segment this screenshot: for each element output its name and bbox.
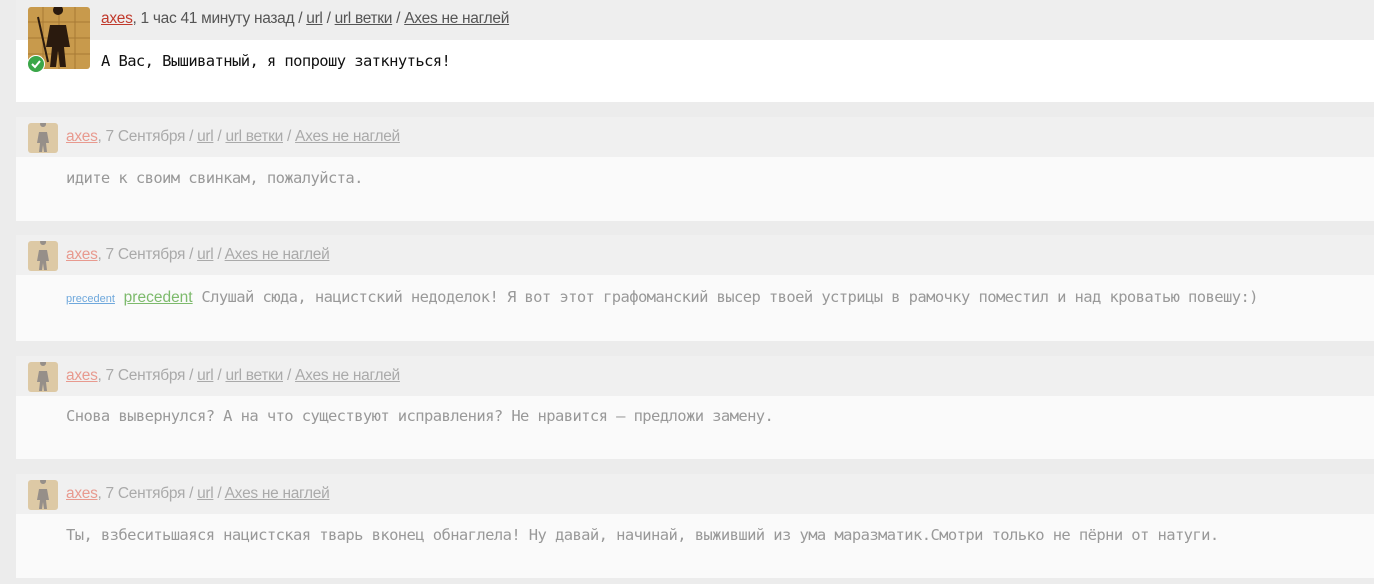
timestamp: , 7 Сентября / — [97, 128, 198, 145]
thread-link[interactable]: Axes не наглей — [225, 485, 330, 502]
comment-text: А Вас, Вышиватный, я попрошу заткнуться! — [101, 52, 451, 70]
comment-meta: axes, 7 Сентября / url / url ветки / Axe… — [66, 128, 400, 146]
branch-url-link[interactable]: url ветки — [335, 10, 393, 27]
avatar[interactable] — [28, 362, 58, 392]
url-link[interactable]: url — [197, 367, 214, 384]
branch-url-link[interactable]: url ветки — [225, 128, 283, 145]
separator: / — [213, 128, 226, 145]
separator: / — [322, 10, 335, 27]
comment: axes, 7 Сентября / url / Axes не наглей … — [16, 235, 1374, 341]
avatar[interactable] — [28, 480, 58, 510]
url-link[interactable]: url — [197, 485, 214, 502]
precedent-link[interactable]: precedent — [124, 289, 193, 306]
timestamp: , 7 Сентября / — [97, 485, 198, 502]
url-link[interactable]: url — [197, 128, 214, 145]
separator: / — [283, 128, 296, 145]
precedent-small-link[interactable]: precedent — [66, 293, 115, 305]
author-link[interactable]: axes — [101, 10, 133, 27]
comment: axes, 7 Сентября / url / Axes не наглей … — [16, 474, 1374, 578]
avatar[interactable] — [28, 241, 58, 271]
comment-text: идите к своим свинкам, пожалуйста. — [66, 169, 363, 187]
comment: axes, 7 Сентября / url / url ветки / Axe… — [16, 356, 1374, 459]
separator: / — [213, 246, 225, 263]
timestamp: , 7 Сентября / — [97, 246, 198, 263]
separator: / — [213, 367, 226, 384]
comment-meta: axes, 7 Сентября / url / Axes не наглей — [66, 246, 330, 264]
author-link[interactable]: axes — [66, 367, 98, 384]
thread-link[interactable]: Axes не наглей — [295, 128, 400, 145]
thread-link[interactable]: Axes не наглей — [295, 367, 400, 384]
comment: axes, 7 Сентября / url / url ветки / Axe… — [16, 117, 1374, 221]
thread-link[interactable]: Axes не наглей — [225, 246, 330, 263]
author-link[interactable]: axes — [66, 485, 98, 502]
separator: / — [392, 10, 405, 27]
url-link[interactable]: url — [197, 246, 214, 263]
verified-icon — [27, 55, 45, 73]
timestamp: , 1 час 41 минуту назад / — [132, 10, 307, 27]
separator: / — [283, 367, 296, 384]
thread-link[interactable]: Axes не наглей — [404, 10, 509, 27]
comment: axes, 1 час 41 минуту назад / url / url … — [16, 0, 1374, 102]
timestamp: , 7 Сентября / — [97, 367, 198, 384]
author-link[interactable]: axes — [66, 246, 98, 263]
comment-meta: axes, 1 час 41 минуту назад / url / url … — [101, 10, 509, 28]
comment-text: Слушай сюда, нацистский недоделок! Я вот… — [201, 288, 1258, 306]
avatar[interactable] — [28, 123, 58, 153]
comment-meta: axes, 7 Сентября / url / Axes не наглей — [66, 485, 330, 503]
separator: / — [213, 485, 225, 502]
branch-url-link[interactable]: url ветки — [225, 367, 283, 384]
url-link[interactable]: url — [306, 10, 323, 27]
comment-meta: axes, 7 Сентября / url / url ветки / Axe… — [66, 367, 400, 385]
comment-text: Снова вывернулся? А на что существуют ис… — [66, 407, 774, 425]
author-link[interactable]: axes — [66, 128, 98, 145]
comment-text-row: precedent precedent Слушай сюда, нацистс… — [66, 288, 1259, 307]
comment-text: Ты, взбеситьшаяся нацистская тварь вконе… — [66, 526, 1219, 544]
